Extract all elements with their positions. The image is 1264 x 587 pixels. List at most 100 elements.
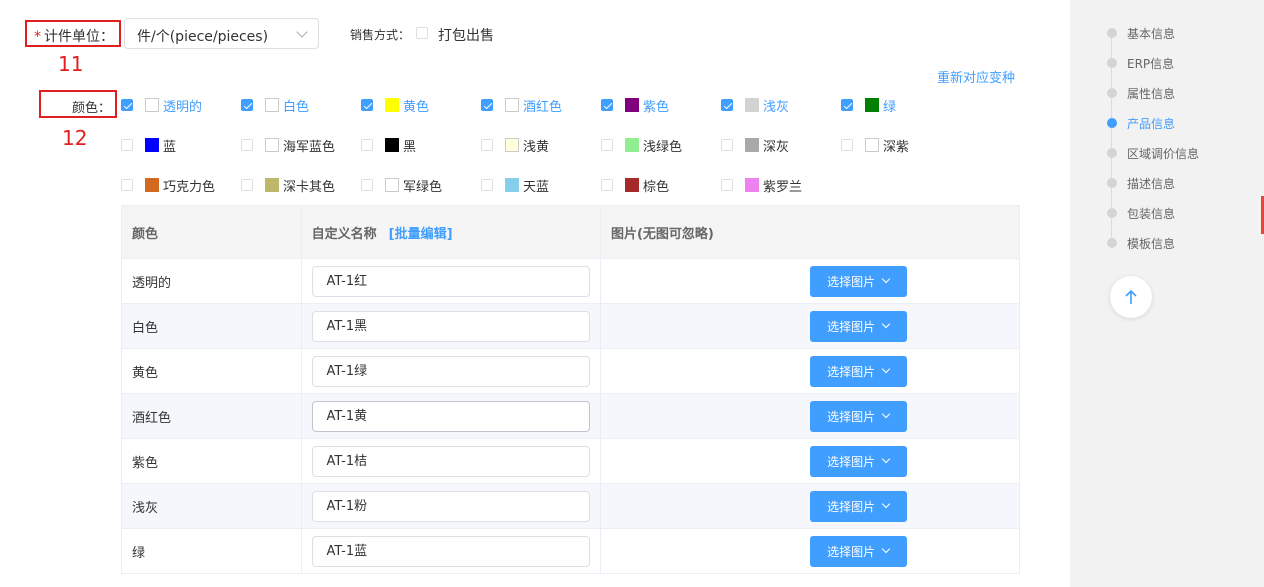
color-option-checkbox[interactable]	[241, 179, 253, 191]
select-image-button[interactable]: 选择图片	[809, 355, 907, 387]
color-option-checkbox[interactable]	[841, 99, 853, 111]
color-option[interactable]: 军绿色	[361, 176, 442, 195]
color-option[interactable]: 绿	[841, 96, 896, 115]
color-option-checkbox[interactable]	[481, 99, 493, 111]
row-color-cell: 浅灰	[122, 484, 302, 528]
select-image-button[interactable]: 选择图片	[809, 400, 907, 432]
table-row: 白色 AT-1黑 选择图片	[122, 304, 1019, 349]
color-option[interactable]: 透明的	[121, 96, 203, 115]
color-option-checkbox[interactable]	[721, 99, 733, 111]
select-image-button[interactable]: 选择图片	[809, 265, 907, 297]
chevron-down-icon	[881, 454, 891, 464]
color-swatch	[865, 98, 879, 112]
step-item[interactable]: 描述信息	[1107, 173, 1175, 193]
color-option-checkbox[interactable]	[841, 139, 853, 151]
color-option[interactable]: 蓝	[121, 136, 176, 155]
color-option[interactable]: 深卡其色	[241, 176, 336, 195]
color-option-checkbox[interactable]	[121, 139, 133, 151]
custom-name-input[interactable]: AT-1黄	[311, 400, 590, 432]
select-image-button[interactable]: 选择图片	[809, 310, 907, 342]
color-option-checkbox[interactable]	[481, 139, 493, 151]
color-option[interactable]: 紫罗兰	[721, 176, 803, 195]
color-option[interactable]: 白色	[241, 96, 309, 115]
color-option-checkbox[interactable]	[361, 139, 373, 151]
select-image-button[interactable]: 选择图片	[809, 445, 907, 477]
step-dot-icon	[1107, 88, 1117, 98]
select-image-label: 选择图片	[827, 499, 876, 514]
color-option[interactable]: 海军蓝色	[241, 136, 335, 155]
select-image-button[interactable]: 选择图片	[809, 535, 907, 567]
header-color: 颜色	[122, 206, 302, 258]
custom-name-input[interactable]: AT-1桔	[311, 445, 590, 477]
row-image-cell: 选择图片	[601, 259, 1019, 303]
color-option-checkbox[interactable]	[361, 179, 373, 191]
color-option-checkbox[interactable]	[241, 99, 253, 111]
step-item[interactable]: 产品信息	[1107, 113, 1175, 133]
color-option[interactable]: 浅黄	[481, 136, 549, 155]
color-option-checkbox[interactable]	[601, 179, 613, 191]
step-item[interactable]: ERP信息	[1107, 53, 1174, 73]
color-swatch	[145, 178, 159, 192]
custom-name-input[interactable]: AT-1绿	[311, 355, 590, 387]
color-option-checkbox[interactable]	[121, 99, 133, 111]
package-sale-checkbox[interactable]	[416, 27, 428, 39]
color-option-checkbox[interactable]	[481, 179, 493, 191]
color-option[interactable]: 深灰	[721, 136, 789, 155]
custom-name-input[interactable]: AT-1粉	[311, 490, 590, 522]
color-option-checkbox[interactable]	[601, 139, 613, 151]
chevron-down-icon	[296, 26, 308, 38]
select-image-button[interactable]: 选择图片	[809, 490, 907, 522]
chevron-down-icon	[881, 409, 891, 419]
package-sale-label[interactable]: 打包出售	[438, 25, 494, 45]
color-option[interactable]: 黑	[361, 136, 416, 155]
step-item[interactable]: 区域调价信息	[1107, 143, 1199, 163]
batch-edit-link[interactable]: [批量编辑]	[389, 223, 453, 242]
color-option[interactable]: 紫色	[601, 96, 669, 115]
color-option[interactable]: 天蓝	[481, 176, 549, 195]
color-option[interactable]: 棕色	[601, 176, 669, 195]
color-option-label: 紫罗兰	[763, 179, 803, 195]
unit-label-text: 计件单位：	[44, 29, 114, 45]
color-label: 颜色：	[72, 101, 112, 116]
step-item[interactable]: 模板信息	[1107, 233, 1175, 253]
step-item[interactable]: 属性信息	[1107, 83, 1175, 103]
custom-name-input[interactable]: AT-1红	[311, 265, 590, 297]
row-custom-cell: AT-1桔	[302, 439, 601, 483]
color-option-checkbox[interactable]	[601, 99, 613, 111]
unit-select[interactable]: 件/个(piece/pieces)	[124, 18, 319, 49]
regenerate-variants-link[interactable]: 重新对应变种	[937, 67, 1015, 86]
color-option[interactable]: 巧克力色	[121, 176, 215, 195]
color-option-checkbox[interactable]	[721, 139, 733, 151]
chevron-down-icon	[881, 499, 891, 509]
row-image-cell: 选择图片	[601, 349, 1019, 393]
back-to-top-button[interactable]	[1110, 276, 1152, 318]
color-option-label: 深卡其色	[283, 179, 336, 195]
step-item[interactable]: 包装信息	[1107, 203, 1175, 223]
color-option[interactable]: 深紫	[841, 136, 910, 155]
custom-name-input[interactable]: AT-1蓝	[311, 535, 590, 567]
step-label: 基本信息	[1127, 26, 1176, 41]
color-option[interactable]: 浅灰	[721, 96, 789, 115]
step-item[interactable]: 基本信息	[1107, 23, 1175, 43]
step-dot-icon	[1107, 238, 1117, 248]
color-option[interactable]: 酒红色	[481, 96, 562, 115]
header-image: 图片(无图可忽略)	[610, 226, 714, 242]
row-color-cell: 绿	[122, 529, 302, 573]
color-option-label: 深紫	[883, 139, 910, 155]
color-option-checkbox[interactable]	[241, 139, 253, 151]
color-option-checkbox[interactable]	[121, 179, 133, 191]
color-option[interactable]: 浅绿色	[601, 136, 682, 155]
row-color-cell: 白色	[122, 304, 302, 348]
color-option-label: 透明的	[163, 99, 203, 115]
color-swatch	[745, 178, 759, 192]
step-label: ERP信息	[1127, 56, 1175, 71]
custom-name-input[interactable]: AT-1黑	[311, 310, 590, 342]
color-option[interactable]: 黄色	[361, 96, 429, 115]
row-custom-cell: AT-1粉	[302, 484, 601, 528]
annotation-11: 11	[58, 52, 84, 76]
color-swatch	[865, 138, 879, 152]
color-option-checkbox[interactable]	[721, 179, 733, 191]
row-custom-cell: AT-1蓝	[302, 529, 601, 573]
color-swatch	[265, 98, 279, 112]
color-option-checkbox[interactable]	[361, 99, 373, 111]
